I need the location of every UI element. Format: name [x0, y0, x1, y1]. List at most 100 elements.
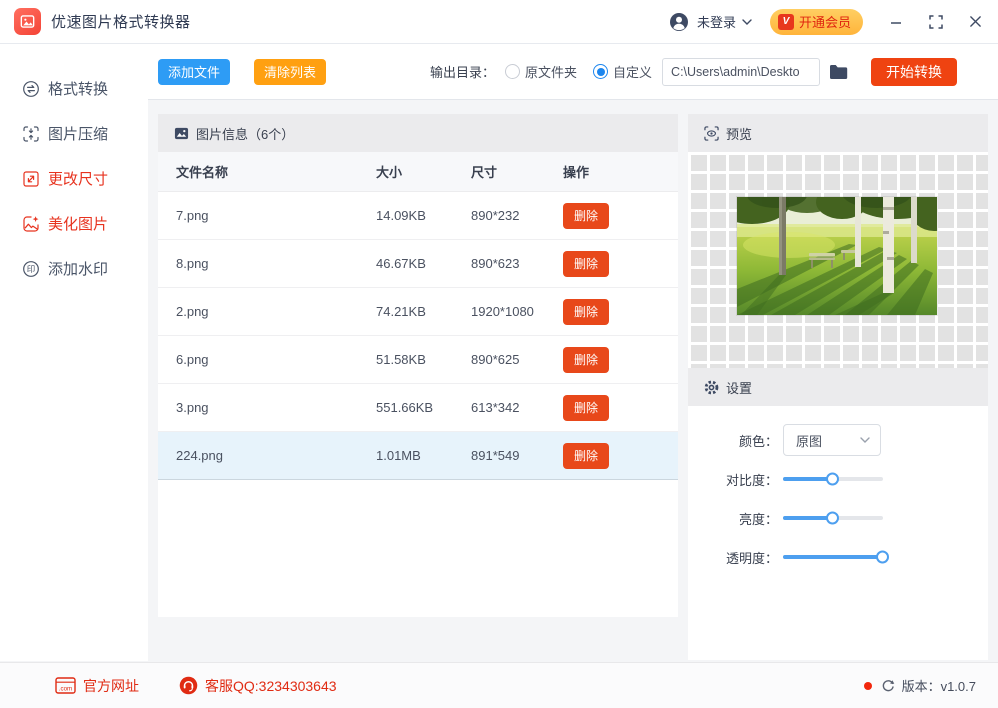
add-files-button[interactable]: 添加文件: [158, 58, 230, 85]
cell-dimensions: 890*232: [471, 208, 520, 223]
contrast-slider-fill: [783, 472, 839, 486]
sidebar-item-watermark[interactable]: 印 添加水印: [0, 246, 148, 291]
contrast-slider[interactable]: [783, 472, 883, 486]
sidebar-item-resize[interactable]: 更改尺寸: [0, 156, 148, 201]
preview-header: 预览: [688, 114, 988, 152]
brightness-label: 亮度：: [738, 511, 778, 527]
cell-size: 1.01MB: [376, 448, 421, 463]
radio-original-folder[interactable]: 原文件夹: [505, 62, 577, 81]
cell-size: 14.09KB: [376, 208, 426, 223]
radio-circle-checked-icon: [593, 64, 609, 79]
sidebar-item-image-compress[interactable]: 图片压缩: [0, 111, 148, 156]
sidebar-item-label: 格式转换: [48, 81, 109, 98]
opacity-slider-thumb[interactable]: [876, 550, 889, 564]
file-panel-header: 图片信息（6个）: [158, 114, 678, 152]
login-label: 未登录: [696, 15, 736, 30]
delete-button[interactable]: 删除: [563, 346, 609, 373]
table-row[interactable]: 7.png 14.09KB 890*232 删除: [158, 192, 678, 240]
app-logo-icon: [14, 8, 41, 35]
statusbar: .com 官方网址 客服QQ:3234303643 版本：v1.0.7: [0, 662, 998, 708]
open-vip-button[interactable]: V 开通会员: [769, 8, 863, 35]
delete-button[interactable]: 删除: [563, 250, 609, 277]
gear-icon: [704, 380, 719, 395]
official-website-label: 官方网址: [83, 677, 139, 694]
delete-button[interactable]: 删除: [563, 442, 609, 469]
delete-button[interactable]: 删除: [563, 394, 609, 421]
cell-filename: 2.png: [176, 304, 209, 319]
check-update-refresh-icon[interactable]: [881, 679, 895, 693]
settings-header: 设置: [688, 368, 988, 406]
cell-filename: 224.png: [176, 448, 223, 463]
file-rows: 7.png 14.09KB 890*232 删除 8.png 46.67KB 8…: [158, 192, 678, 617]
brightness-slider-thumb[interactable]: [826, 511, 839, 525]
svg-text:.com: .com: [59, 685, 72, 692]
table-column-header: 文件名称 大小 尺寸 操作: [158, 152, 678, 192]
brightness-slider[interactable]: [783, 511, 883, 525]
opacity-slider[interactable]: [783, 550, 889, 564]
table-row[interactable]: 3.png 551.66KB 613*342 删除: [158, 384, 678, 432]
maximize-button[interactable]: [929, 14, 943, 29]
delete-button[interactable]: 删除: [563, 202, 609, 229]
browse-folder-button[interactable]: [829, 64, 849, 80]
col-operations: 操作: [563, 165, 590, 180]
sidebar-item-label: 添加水印: [48, 261, 109, 278]
radio-original-label: 原文件夹: [525, 65, 578, 80]
version-label: 版本：v1.0.7: [901, 679, 976, 694]
color-select-value: 原图: [796, 433, 823, 449]
sidebar: 格式转换 图片压缩 更改尺寸 美化图片 印 添加水印: [0, 44, 148, 661]
color-setting-row: 颜色： 原图: [688, 424, 988, 456]
cell-size: 46.67KB: [376, 256, 426, 271]
preview-image: [737, 197, 937, 315]
cell-dimensions: 890*625: [471, 352, 520, 367]
opacity-setting-row: 透明度：: [688, 542, 988, 572]
col-size: 大小: [376, 165, 403, 180]
beautify-image-icon: [22, 215, 40, 233]
output-path-input[interactable]: [662, 57, 821, 86]
table-row[interactable]: 2.png 74.21KB 1920*1080 删除: [158, 288, 678, 336]
support-qq-link[interactable]: 客服QQ:3234303643: [179, 676, 337, 696]
col-dimensions: 尺寸: [471, 165, 498, 180]
settings-body: 颜色： 原图 对比度： 亮度： 透明度：: [688, 406, 988, 660]
start-convert-button[interactable]: 开始转换: [871, 57, 957, 86]
radio-custom-label: 自定义: [613, 65, 653, 80]
support-qq-label: 客服QQ:3234303643: [205, 677, 337, 694]
minimize-button[interactable]: [889, 15, 903, 29]
cell-size: 74.21KB: [376, 304, 426, 319]
titlebar: 优速图片格式转换器 未登录 V 开通会员: [0, 0, 998, 44]
cell-filename: 8.png: [176, 256, 209, 271]
image-info-icon: [174, 126, 189, 141]
table-row-selected[interactable]: 224.png 1.01MB 891*549 删除: [158, 432, 678, 480]
delete-button[interactable]: 删除: [563, 298, 609, 325]
close-button[interactable]: [969, 15, 982, 28]
cell-filename: 7.png: [176, 208, 209, 223]
preview-settings-panel: 预览 设置 颜色： 原图 对比度： 亮度： 透明度：: [688, 114, 988, 660]
sidebar-item-format-convert[interactable]: 格式转换: [0, 66, 148, 111]
svg-text:印: 印: [27, 264, 36, 274]
dot-com-browser-icon: .com: [55, 677, 76, 694]
table-row[interactable]: 8.png 46.67KB 890*623 删除: [158, 240, 678, 288]
login-dropdown[interactable]: 未登录: [669, 12, 752, 32]
contrast-slider-thumb[interactable]: [826, 472, 839, 486]
output-dir-label: 输出目录：: [430, 65, 496, 80]
brightness-setting-row: 亮度：: [688, 503, 988, 533]
cell-size: 551.66KB: [376, 400, 434, 415]
preview-title: 预览: [726, 126, 753, 142]
image-compress-icon: [22, 125, 40, 143]
color-select[interactable]: 原图: [783, 424, 881, 456]
sidebar-item-label: 美化图片: [48, 216, 109, 233]
radio-custom-folder[interactable]: 自定义: [593, 62, 652, 81]
opacity-label: 透明度：: [725, 550, 778, 566]
cell-size: 51.58KB: [376, 352, 426, 367]
folder-icon: [830, 64, 848, 79]
clear-list-button[interactable]: 清除列表: [254, 58, 326, 85]
cell-dimensions: 890*623: [471, 256, 520, 271]
contrast-setting-row: 对比度：: [688, 464, 988, 494]
toolbar: 添加文件 清除列表 输出目录： 原文件夹 自定义 开始转换: [148, 44, 998, 100]
settings-title: 设置: [726, 380, 753, 396]
opacity-slider-fill: [783, 550, 889, 564]
sidebar-item-beautify[interactable]: 美化图片: [0, 201, 148, 246]
file-panel-title: 图片信息（6个）: [196, 126, 295, 142]
sidebar-item-label: 图片压缩: [48, 126, 109, 143]
table-row[interactable]: 6.png 51.58KB 890*625 删除: [158, 336, 678, 384]
official-website-link[interactable]: .com 官方网址: [55, 676, 139, 696]
